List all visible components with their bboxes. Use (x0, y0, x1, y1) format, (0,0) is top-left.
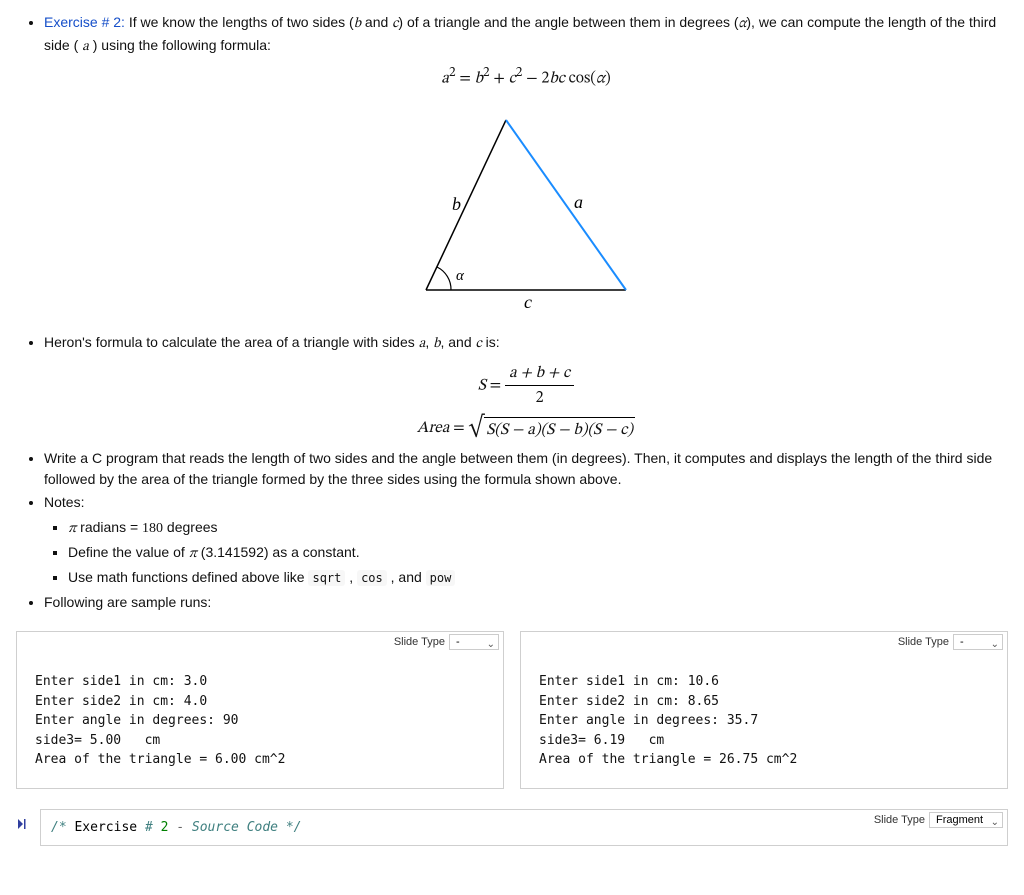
exercise-item: Exercise # 2: If we know the lengths of … (44, 12, 1008, 316)
note-radians: π radians = 180 degrees (68, 517, 1008, 540)
code-cos: cos (357, 570, 387, 586)
slide-type-select[interactable]: Fragment (929, 812, 1003, 828)
source-code-line: /* Exercise # 2 - Source Code */ (41, 810, 1007, 846)
exercise-title: Exercise # 2: (44, 14, 125, 30)
heron-item: Heron's formula to calculate the area of… (44, 332, 1008, 442)
code-sqrt: sqrt (308, 570, 345, 586)
note-math-funcs: Use math functions defined above like sq… (68, 567, 1008, 588)
var-a: a (82, 40, 89, 54)
exercise-list: Exercise # 2: If we know the lengths of … (16, 12, 1008, 613)
task-item: Write a C program that reads the length … (44, 448, 1008, 490)
slide-type-select[interactable]: - (449, 634, 499, 650)
slide-type-label: Slide Type (874, 812, 925, 829)
sample-output: Enter side1 in cm: 3.0 Enter side2 in cm… (17, 658, 503, 788)
cell-toolbar: Slide Type Fragment ⌄ (874, 812, 1003, 829)
note-pi-const: Define the value of π (3.141592) as a co… (68, 542, 1008, 565)
heron-intro: Heron's formula to calculate the area of… (44, 334, 419, 350)
slide-type-select[interactable]: - (953, 634, 1003, 650)
triangle-diagram: b a c α (44, 100, 1008, 316)
code-body[interactable]: Slide Type Fragment ⌄ /* Exercise # 2 - … (40, 809, 1008, 847)
exercise-text: If we know the lengths of two sides ( (125, 14, 354, 30)
txt: ) of a triangle and the angle between th… (398, 14, 738, 30)
label-a: a (574, 192, 583, 212)
txt: ) using the following formula: (89, 37, 271, 53)
formula-area: Area = √S(S − a)(S − b)(S − c) (44, 416, 1008, 442)
sample-run-2: Slide Type - ⌄ Enter side1 in cm: 10.6 E… (520, 631, 1008, 789)
slide-type-label: Slide Type (898, 634, 949, 651)
label-b: b (452, 194, 461, 214)
formula-s: S = a + b + c2 (44, 361, 1008, 410)
t: , (425, 334, 433, 350)
notes-sublist: π radians = 180 degrees Define the value… (44, 517, 1008, 588)
notes-label: Notes: (44, 494, 84, 510)
notes-item: Notes: π radians = 180 degrees Define th… (44, 492, 1008, 588)
t: , and (440, 334, 475, 350)
formula-law-of-cosines: a2 = b2 + c2 − 2bc cos(α) (44, 64, 1008, 90)
txt: and (361, 14, 392, 30)
label-alpha: α (456, 268, 465, 284)
sample-runs-row: Slide Type - ⌄ Enter side1 in cm: 3.0 En… (16, 631, 1008, 789)
label-c: c (524, 292, 532, 310)
run-cell-icon[interactable] (16, 809, 40, 847)
sample-output: Enter side1 in cm: 10.6 Enter side2 in c… (521, 658, 1007, 788)
slide-type-label: Slide Type (394, 634, 445, 651)
cell-toolbar: Slide Type - ⌄ (394, 634, 499, 651)
var-b: b (354, 17, 361, 31)
following-item: Following are sample runs: (44, 592, 1008, 613)
cell-toolbar: Slide Type - ⌄ (898, 634, 1003, 651)
code-pow: pow (426, 570, 456, 586)
code-cell: Slide Type Fragment ⌄ /* Exercise # 2 - … (16, 809, 1008, 847)
t: is: (482, 334, 500, 350)
sample-run-1: Slide Type - ⌄ Enter side1 in cm: 3.0 En… (16, 631, 504, 789)
